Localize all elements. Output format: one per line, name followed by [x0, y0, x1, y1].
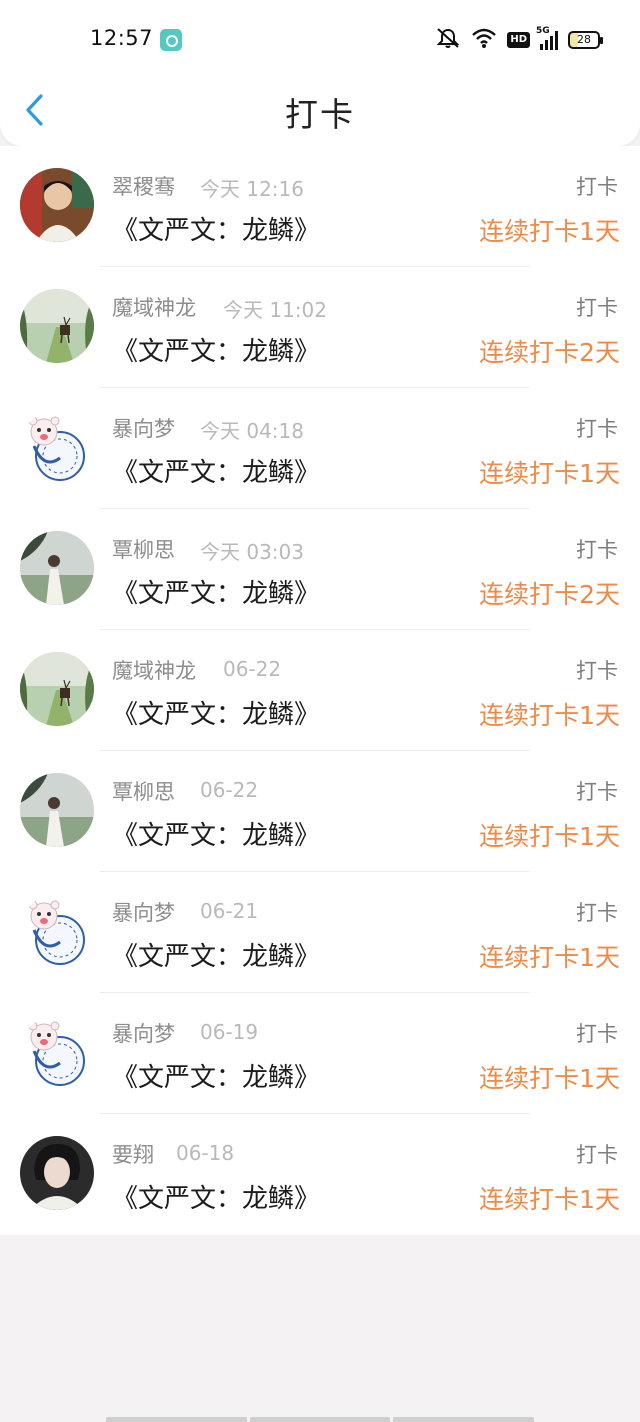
list-item[interactable]: 暴向梦 06-21 《文严文：龙鳞》 打卡 连续打卡1天: [0, 872, 640, 993]
book-title[interactable]: 《文严文：龙鳞》: [112, 331, 320, 368]
action-label: 打卡: [576, 175, 618, 199]
book-title[interactable]: 《文严文：龙鳞》: [112, 1178, 320, 1215]
mute-icon: [435, 27, 461, 53]
user-name[interactable]: 暴向梦: [112, 1018, 175, 1048]
streak-text: 连续打卡1天: [479, 701, 620, 730]
battery-icon: 28: [568, 31, 603, 49]
app-notification-icon: [160, 29, 182, 51]
user-name[interactable]: 覃柳思: [112, 776, 175, 806]
book-title[interactable]: 《文严文：龙鳞》: [112, 573, 320, 610]
avatar[interactable]: [20, 410, 94, 484]
user-name[interactable]: 覃柳思: [112, 534, 175, 564]
streak-text: 连续打卡1天: [479, 1185, 620, 1214]
checkin-time: 06-19: [200, 1020, 259, 1044]
user-name[interactable]: 要翔: [112, 1139, 154, 1169]
action-label: 打卡: [576, 296, 618, 320]
checkin-time: 06-22: [200, 778, 259, 802]
book-title[interactable]: 《文严文：龙鳞》: [112, 815, 320, 852]
user-name[interactable]: 翠稷骞: [112, 171, 175, 201]
checkin-time: 今天 03:03: [200, 540, 304, 564]
avatar[interactable]: [20, 1136, 94, 1210]
avatar[interactable]: [20, 168, 94, 242]
streak-text: 连续打卡1天: [479, 217, 620, 246]
action-label: 打卡: [576, 1143, 618, 1167]
action-label: 打卡: [576, 901, 618, 925]
checkin-list: 翠稷骞 今天 12:16 《文严文：龙鳞》 打卡 连续打卡1天 魔域神龙 今天 …: [0, 146, 640, 1235]
avatar[interactable]: [20, 894, 94, 968]
checkin-time: 06-21: [200, 899, 259, 923]
action-label: 打卡: [576, 538, 618, 562]
app-header: 12:57 HD 5G 28 打卡: [0, 0, 640, 146]
book-title[interactable]: 《文严文：龙鳞》: [112, 936, 320, 973]
battery-level: 28: [577, 33, 591, 46]
user-name[interactable]: 暴向梦: [112, 413, 175, 443]
streak-text: 连续打卡1天: [479, 943, 620, 972]
home-indicator: [106, 1417, 535, 1422]
user-name[interactable]: 魔域神龙: [112, 655, 196, 685]
signal-icon: 5G: [536, 26, 558, 50]
list-item[interactable]: 覃柳思 06-22 《文严文：龙鳞》 打卡 连续打卡1天: [0, 751, 640, 872]
avatar[interactable]: [20, 289, 94, 363]
list-item[interactable]: 魔域神龙 06-22 《文严文：龙鳞》 打卡 连续打卡1天: [0, 630, 640, 751]
book-title[interactable]: 《文严文：龙鳞》: [112, 694, 320, 731]
list-item[interactable]: 要翔 06-18 《文严文：龙鳞》 打卡 连续打卡1天: [0, 1114, 640, 1235]
network-type: 5G: [536, 26, 550, 36]
book-title[interactable]: 《文严文：龙鳞》: [112, 210, 320, 247]
hd-icon: HD: [507, 32, 530, 48]
action-label: 打卡: [576, 659, 618, 683]
streak-text: 连续打卡1天: [479, 822, 620, 851]
user-name[interactable]: 暴向梦: [112, 897, 175, 927]
checkin-time: 今天 11:02: [223, 298, 327, 322]
list-item[interactable]: 魔域神龙 今天 11:02 《文严文：龙鳞》 打卡 连续打卡2天: [0, 267, 640, 388]
avatar[interactable]: [20, 1015, 94, 1089]
streak-text: 连续打卡1天: [479, 459, 620, 488]
status-icons: HD 5G 28: [435, 26, 603, 53]
streak-text: 连续打卡1天: [479, 1064, 620, 1093]
status-time: 12:57: [90, 26, 154, 50]
book-title[interactable]: 《文严文：龙鳞》: [112, 1057, 320, 1094]
avatar[interactable]: [20, 652, 94, 726]
action-label: 打卡: [576, 780, 618, 804]
list-item[interactable]: 暴向梦 06-19 《文严文：龙鳞》 打卡 连续打卡1天: [0, 993, 640, 1114]
user-name[interactable]: 魔域神龙: [112, 292, 196, 322]
book-title[interactable]: 《文严文：龙鳞》: [112, 452, 320, 489]
page-title: 打卡: [285, 95, 355, 134]
action-label: 打卡: [576, 1022, 618, 1046]
checkin-time: 今天 12:16: [200, 177, 304, 201]
streak-text: 连续打卡2天: [479, 580, 620, 609]
list-item[interactable]: 暴向梦 今天 04:18 《文严文：龙鳞》 打卡 连续打卡1天: [0, 388, 640, 509]
action-label: 打卡: [576, 417, 618, 441]
list-item[interactable]: 翠稷骞 今天 12:16 《文严文：龙鳞》 打卡 连续打卡1天: [0, 146, 640, 267]
avatar[interactable]: [20, 773, 94, 847]
checkin-time: 06-18: [176, 1141, 235, 1165]
checkin-time: 06-22: [223, 657, 282, 681]
wifi-icon: [471, 27, 497, 53]
list-item[interactable]: 覃柳思 今天 03:03 《文严文：龙鳞》 打卡 连续打卡2天: [0, 509, 640, 630]
streak-text: 连续打卡2天: [479, 338, 620, 367]
checkin-time: 今天 04:18: [200, 419, 304, 443]
avatar[interactable]: [20, 531, 94, 605]
